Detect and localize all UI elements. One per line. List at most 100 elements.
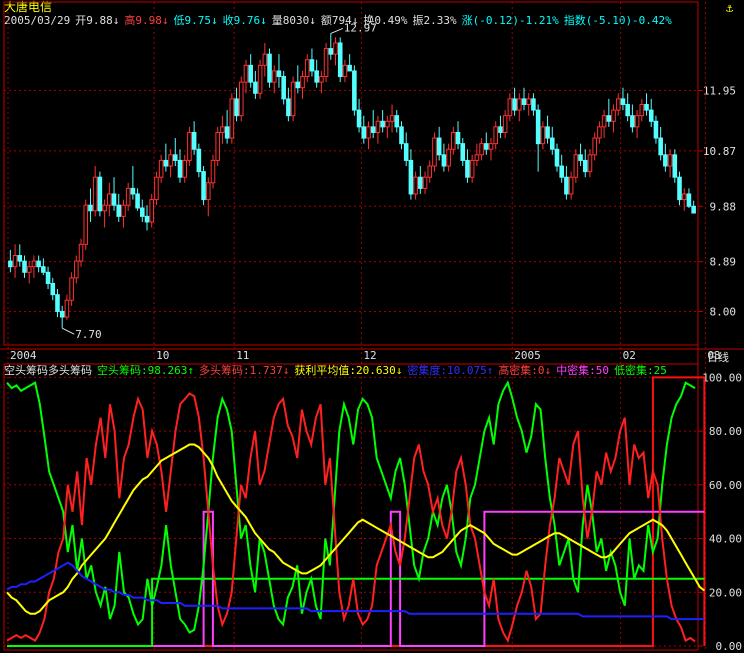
min-leader (61, 327, 75, 335)
indicator-tick-label: 100.00 (702, 371, 742, 384)
candle-body (352, 70, 357, 111)
candle-body (446, 148, 451, 167)
series-获利平均值 (6, 443, 706, 615)
candle-body (234, 98, 239, 117)
candle-body (300, 76, 305, 89)
candle-body (578, 154, 583, 161)
min-price-label: 7.70 (75, 328, 102, 341)
candle-body (257, 64, 263, 94)
candle-body (587, 154, 593, 173)
candle-body (526, 98, 532, 105)
indicator-legend: 空头筹码多头筹码 空头筹码:98.263↑ 多头筹码:1.737↓ 获利平均值:20.… (4, 364, 672, 377)
candle-body (64, 299, 70, 318)
candle-body (611, 109, 616, 122)
legend-name: 空头筹码多头筹码 (4, 364, 92, 377)
candle-body (625, 103, 630, 117)
legend-bull: 多头筹码:1.737↓ (198, 364, 290, 377)
candle-body (691, 205, 696, 214)
candle-body (606, 115, 612, 122)
candle-body (201, 171, 206, 201)
candle-body (12, 255, 18, 268)
date-tick-label: 02 (623, 349, 636, 362)
candle-body (479, 143, 484, 156)
candle-body (582, 159, 588, 173)
candle-body (663, 154, 668, 167)
candle-body (653, 120, 659, 139)
candle-body (8, 260, 13, 268)
candle-body (191, 131, 197, 150)
candle-body (22, 260, 27, 273)
indicator-tick-label: 20.00 (709, 586, 742, 599)
candle-body (681, 193, 687, 201)
candle-body (41, 266, 46, 273)
candle-body (74, 260, 79, 279)
candle-body (644, 103, 649, 111)
candle-body (667, 154, 673, 167)
price-tick-label: 8.00 (710, 305, 737, 318)
candle-body (130, 187, 136, 195)
candle-body (319, 76, 324, 83)
candle-body (630, 115, 635, 128)
candle-body (465, 159, 470, 178)
candle-body (59, 310, 65, 318)
candle-body (144, 215, 150, 223)
candle-body (394, 115, 400, 128)
candle-body (559, 165, 564, 178)
price-panel-frame (3, 1, 699, 346)
candle-body (361, 126, 367, 139)
candle-body (177, 159, 183, 178)
candle-body (432, 137, 437, 167)
candle-body (163, 159, 169, 167)
legend-mid_dense: 中密集:50 (556, 364, 610, 377)
indicator-tick-label: 80.00 (709, 425, 742, 438)
candle-body (215, 131, 220, 161)
candle-body (380, 120, 385, 128)
candle-body (356, 109, 362, 128)
period-label[interactable]: 日线 (707, 349, 729, 365)
candle-body (658, 137, 663, 156)
price-tick-label: 11.95 (703, 85, 736, 98)
candle-body (568, 176, 574, 195)
candle-body (17, 255, 23, 262)
candle-body (328, 48, 334, 55)
candle-body (436, 137, 442, 156)
candle-body (531, 98, 536, 111)
candle-body (36, 260, 41, 268)
candle-body (149, 199, 155, 223)
candle-body (276, 70, 282, 78)
candle-body (403, 143, 409, 161)
candle-body (262, 53, 268, 66)
candle-body (135, 193, 140, 209)
candle-body (337, 42, 343, 78)
candle-body (78, 243, 84, 262)
candle-body (484, 143, 489, 150)
max-leader (330, 27, 343, 34)
candle-body (88, 204, 93, 212)
candle-body (389, 115, 395, 122)
candle-body (366, 126, 371, 139)
candle-body (314, 70, 319, 83)
candle-body (309, 59, 315, 72)
max-price-label: 12.97 (344, 21, 377, 34)
candle-body (295, 81, 301, 89)
date-tick-label: 2004 (10, 349, 37, 362)
candle-body (168, 154, 173, 167)
indicator-tick-label: 60.00 (709, 479, 742, 492)
candle-body (172, 154, 178, 161)
candle-body (672, 154, 678, 178)
candle-body (69, 277, 74, 301)
candle-body (422, 176, 428, 189)
candle-body (418, 176, 423, 189)
candle-body (493, 126, 499, 145)
indicator-tick-label: 0.00 (716, 640, 743, 653)
price-tick-label: 8.89 (710, 256, 737, 269)
candle-body (97, 176, 103, 212)
price-tick-label: 9.88 (710, 200, 737, 213)
legend-bear: 空头筹码:98.263↑ (97, 364, 194, 377)
candle-body (413, 176, 418, 195)
candle-body (455, 131, 461, 145)
candle-body (375, 120, 381, 133)
indicator-tick-label: 40.00 (709, 533, 742, 546)
candle-body (615, 98, 621, 111)
chart-canvas[interactable]: 8.008.899.8810.8711.952004 10 11 12 2005 02 03… (0, 0, 744, 653)
